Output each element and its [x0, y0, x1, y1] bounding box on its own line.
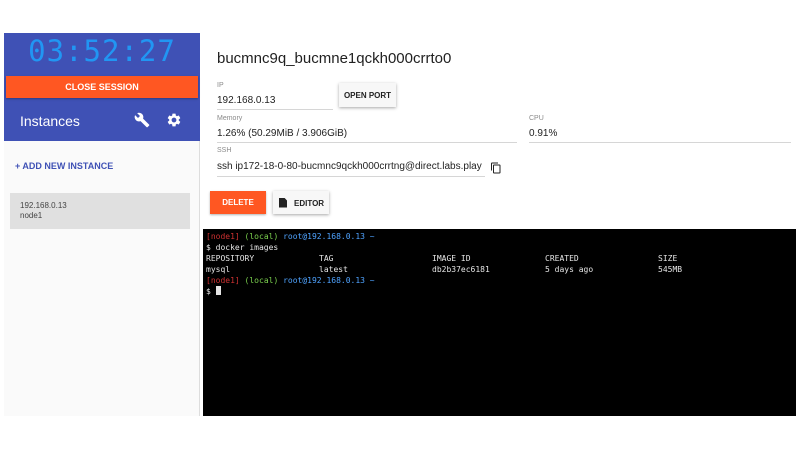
- instance-name: node1: [20, 211, 43, 220]
- header-created: CREATED: [545, 254, 579, 263]
- row-created: 5 days ago: [545, 265, 594, 274]
- wrench-icon[interactable]: [134, 112, 150, 128]
- ssh-label: SSH: [217, 147, 232, 154]
- memory-underline: [217, 142, 517, 143]
- instance-ip: 192.168.0.13: [20, 201, 67, 210]
- terminal-input-line: $: [206, 286, 793, 297]
- cpu-value: 0.91%: [529, 128, 558, 139]
- session-timer: 03:52:27: [28, 34, 176, 68]
- instance-list-item[interactable]: 192.168.0.13 node1: [10, 193, 190, 229]
- prompt-node-2: [node1]: [206, 276, 240, 285]
- terminal-table-header: REPOSITORY TAG IMAGE ID CREATED SIZE: [206, 253, 793, 264]
- memory-label: Memory: [217, 115, 243, 122]
- close-session-button[interactable]: CLOSE SESSION: [6, 76, 198, 98]
- terminal-table-row: mysql latest db2b37ec6181 5 days ago 545…: [206, 264, 793, 275]
- instances-title: Instances: [20, 113, 80, 129]
- editor-button-label: EDITOR: [294, 198, 325, 208]
- delete-button[interactable]: DELETE: [210, 191, 266, 214]
- memory-value: 1.26% (50.29MiB / 3.906GiB): [217, 128, 348, 139]
- row-size: 545MB: [658, 265, 683, 274]
- terminal-prompt-line: [node1] (local) root@192.168.0.13 ~: [206, 231, 793, 242]
- prompt-user: root@192.168.0.13 ~: [283, 232, 375, 241]
- header-tag: TAG: [319, 254, 334, 263]
- cpu-label: CPU: [529, 115, 544, 122]
- ip-value: 192.168.0.13: [217, 95, 276, 106]
- sidebar: 03:52:27 CLOSE SESSION Instances + ADD N…: [4, 33, 200, 416]
- ip-label: IP: [217, 82, 224, 89]
- ssh-value: ssh ip172-18-0-80-bucmnc9qckh000crrtng@d…: [217, 161, 482, 172]
- ssh-underline: [217, 176, 485, 177]
- copy-icon[interactable]: [490, 161, 502, 175]
- prompt-node: [node1]: [206, 232, 240, 241]
- terminal[interactable]: [node1] (local) root@192.168.0.13 ~ $ do…: [203, 229, 796, 416]
- row-tag: latest: [319, 265, 348, 274]
- header-image-id: IMAGE ID: [432, 254, 471, 263]
- ip-underline: [217, 109, 333, 110]
- prompt-local-2: (local): [244, 276, 279, 285]
- terminal-command-line: $ docker images: [206, 243, 279, 252]
- terminal-cursor: [215, 286, 221, 295]
- gear-icon[interactable]: [166, 112, 182, 128]
- add-new-instance-button[interactable]: + ADD NEW INSTANCE: [15, 161, 113, 171]
- app-frame: 03:52:27 CLOSE SESSION Instances + ADD N…: [0, 0, 800, 450]
- prompt-local: (local): [244, 232, 279, 241]
- cpu-underline: [529, 142, 791, 143]
- row-repository: mysql: [206, 265, 231, 274]
- instance-hostname: bucmnc9q_bucmne1qckh000crrto0: [217, 50, 452, 67]
- row-image-id: db2b37ec6181: [432, 265, 490, 274]
- document-icon: [279, 197, 287, 208]
- header-repository: REPOSITORY: [206, 254, 255, 263]
- header-size: SIZE: [658, 254, 678, 263]
- sidebar-header: 03:52:27 CLOSE SESSION Instances: [4, 33, 200, 141]
- terminal-prompt-line-2: [node1] (local) root@192.168.0.13 ~: [206, 275, 793, 286]
- current-prompt: $: [206, 287, 211, 296]
- prompt-user-2: root@192.168.0.13 ~: [283, 276, 375, 285]
- open-port-button[interactable]: OPEN PORT: [339, 83, 396, 107]
- editor-button[interactable]: EDITOR: [273, 191, 329, 214]
